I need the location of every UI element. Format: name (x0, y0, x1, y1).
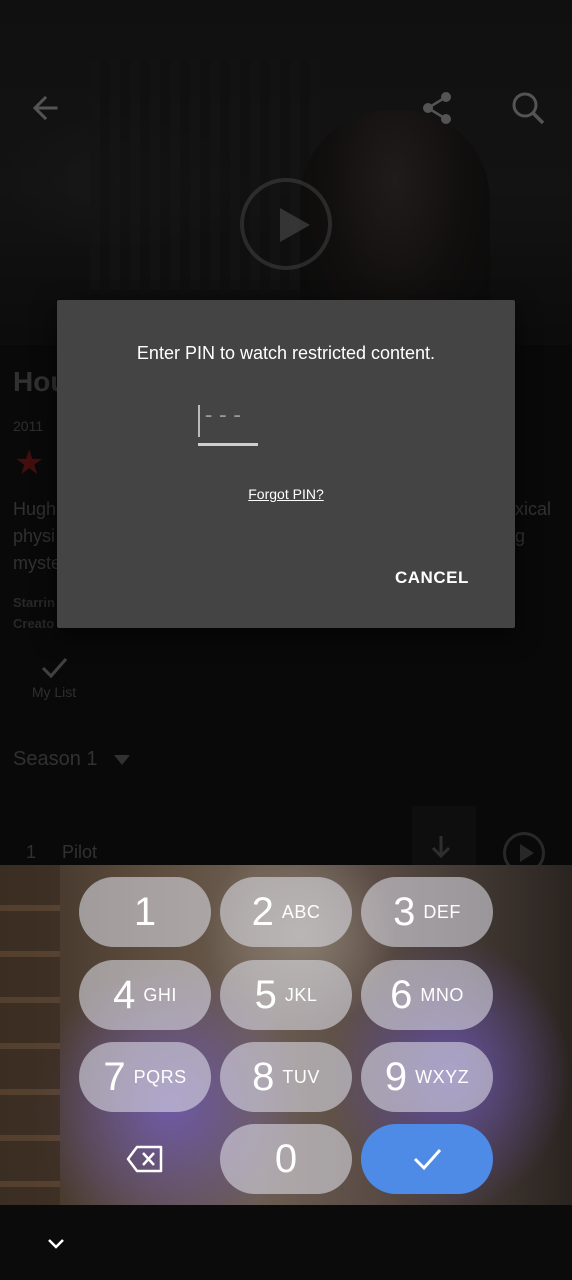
key-letters: WXYZ (415, 1066, 470, 1087)
forgot-pin-link[interactable]: Forgot PIN? (57, 486, 515, 502)
key-digit: 0 (274, 1136, 298, 1181)
check-icon (413, 1149, 442, 1171)
pin-dialog: Enter PIN to watch restricted content. F… (57, 300, 515, 628)
key-letters: MNO (420, 984, 464, 1005)
key-digit: 2 (251, 889, 274, 934)
system-nav-bar (0, 1205, 572, 1280)
key-2[interactable]: 2 ABC (220, 877, 352, 947)
key-1[interactable]: 1 (79, 877, 211, 947)
backspace-key[interactable] (79, 1124, 211, 1194)
pin-prompt: Enter PIN to watch restricted content. (136, 343, 436, 363)
key-digit: 1 (133, 889, 157, 934)
key-0[interactable]: 0 (220, 1124, 352, 1194)
key-letters: GHI (143, 984, 177, 1005)
pin-input[interactable]: --- (198, 403, 260, 446)
chevron-down-icon[interactable] (44, 1231, 68, 1255)
key-letters: ABC (281, 901, 321, 922)
pin-placeholder: --- (202, 403, 245, 428)
key-digit: 8 (252, 1054, 275, 1099)
key-5[interactable]: 5 JKL (220, 960, 352, 1030)
key-digit: 6 (390, 972, 413, 1017)
text-cursor (198, 405, 200, 437)
key-6[interactable]: 6 MNO (361, 960, 493, 1030)
key-letters: PQRS (133, 1066, 187, 1087)
numeric-keyboard: 1 2 ABC 3 DEF 4 GHI 5 JKL 6 MNO 7 PQRS 8… (0, 865, 572, 1205)
key-digit: 4 (113, 972, 136, 1017)
key-7[interactable]: 7 PQRS (79, 1042, 211, 1112)
key-9[interactable]: 9 WXYZ (361, 1042, 493, 1112)
key-3[interactable]: 3 DEF (361, 877, 493, 947)
enter-key[interactable] (361, 1124, 493, 1194)
key-4[interactable]: 4 GHI (79, 960, 211, 1030)
backspace-icon (126, 1145, 163, 1173)
key-letters: TUV (282, 1066, 320, 1087)
key-8[interactable]: 8 TUV (220, 1042, 352, 1112)
key-digit: 5 (254, 972, 277, 1017)
pin-underline (198, 443, 258, 446)
key-digit: 3 (393, 889, 416, 934)
key-letters: DEF (423, 901, 461, 922)
key-letters: JKL (284, 984, 318, 1005)
keyboard-background-shelf (0, 865, 60, 1205)
key-digit: 7 (103, 1054, 126, 1099)
cancel-button[interactable]: CANCEL (395, 568, 469, 588)
key-digit: 9 (384, 1054, 408, 1099)
